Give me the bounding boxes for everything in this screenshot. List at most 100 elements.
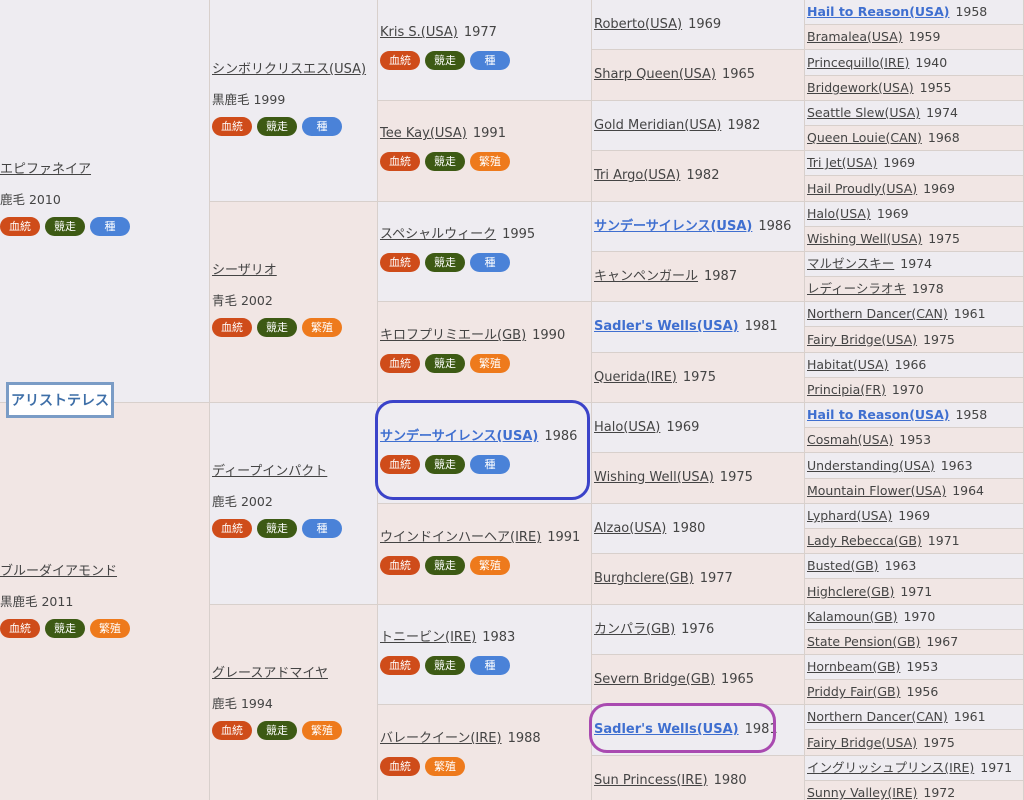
badge-stallion-button[interactable]: 種 xyxy=(302,117,342,136)
horse-name-link[interactable]: レディーシラオキ xyxy=(807,281,906,296)
horse-name-link[interactable]: Highclere(GB) xyxy=(807,584,894,599)
badge-stallion-button[interactable]: 種 xyxy=(470,656,510,675)
badge-broodmare-button[interactable]: 繁殖 xyxy=(425,757,465,776)
horse-name-link[interactable]: Sun Princess(IRE) xyxy=(594,773,708,788)
horse-name-link[interactable]: Tee Kay(USA) xyxy=(380,126,467,141)
badge-race-button[interactable]: 競走 xyxy=(425,656,465,675)
badge-race-button[interactable]: 競走 xyxy=(425,152,465,171)
badge-pedigree-button[interactable]: 血統 xyxy=(212,721,252,740)
horse-name-link[interactable]: Principia(FR) xyxy=(807,382,886,397)
horse-name-link[interactable]: Northern Dancer(CAN) xyxy=(807,306,948,321)
horse-name-link[interactable]: Burghclere(GB) xyxy=(594,571,694,586)
badge-pedigree-button[interactable]: 血統 xyxy=(380,656,420,675)
horse-name-link[interactable]: ブルーダイアモンド xyxy=(0,564,117,579)
horse-name-link[interactable]: Wishing Well(USA) xyxy=(807,231,922,246)
horse-name-link[interactable]: Tri Jet(USA) xyxy=(807,155,877,170)
badge-stallion-button[interactable]: 種 xyxy=(302,519,342,538)
badge-race-button[interactable]: 競走 xyxy=(45,217,85,236)
horse-name-link[interactable]: Northern Dancer(CAN) xyxy=(807,709,948,724)
horse-name-link[interactable]: Priddy Fair(GB) xyxy=(807,684,901,699)
horse-name-link[interactable]: Hail to Reason(USA) xyxy=(807,407,949,422)
horse-name-link[interactable]: Sunny Valley(IRE) xyxy=(807,785,917,800)
badge-broodmare-button[interactable]: 繁殖 xyxy=(302,318,342,337)
horse-name-link[interactable]: Tri Argo(USA) xyxy=(594,168,680,183)
horse-name-link[interactable]: バレークイーン(IRE) xyxy=(380,731,502,746)
badge-race-button[interactable]: 競走 xyxy=(45,619,85,638)
horse-name-link[interactable]: Hail to Reason(USA) xyxy=(807,4,949,19)
horse-name-link[interactable]: Cosmah(USA) xyxy=(807,432,893,447)
horse-name-link[interactable]: Kalamoun(GB) xyxy=(807,609,897,624)
horse-name-link[interactable]: スペシャルウィーク xyxy=(380,227,496,242)
badge-race-button[interactable]: 競走 xyxy=(257,519,297,538)
horse-name-link[interactable]: Lady Rebecca(GB) xyxy=(807,533,922,548)
horse-name-link[interactable]: Wishing Well(USA) xyxy=(594,470,714,485)
badge-pedigree-button[interactable]: 血統 xyxy=(380,51,420,70)
horse-name-link[interactable]: Gold Meridian(USA) xyxy=(594,118,721,133)
horse-name-link[interactable]: Severn Bridge(GB) xyxy=(594,672,715,687)
badge-broodmare-button[interactable]: 繁殖 xyxy=(90,619,130,638)
horse-name-link[interactable]: Mountain Flower(USA) xyxy=(807,483,946,498)
horse-name-link[interactable]: Halo(USA) xyxy=(807,206,871,221)
badge-race-button[interactable]: 競走 xyxy=(257,117,297,136)
badge-broodmare-button[interactable]: 繁殖 xyxy=(470,152,510,171)
badge-pedigree-button[interactable]: 血統 xyxy=(380,152,420,171)
horse-name-link[interactable]: Fairy Bridge(USA) xyxy=(807,332,917,347)
horse-name-link[interactable]: Bramalea(USA) xyxy=(807,29,903,44)
badge-pedigree-button[interactable]: 血統 xyxy=(0,217,40,236)
badge-pedigree-button[interactable]: 血統 xyxy=(380,556,420,575)
badge-pedigree-button[interactable]: 血統 xyxy=(380,757,420,776)
badge-pedigree-button[interactable]: 血統 xyxy=(380,354,420,373)
horse-name-link[interactable]: シーザリオ xyxy=(212,263,277,278)
badge-pedigree-button[interactable]: 血統 xyxy=(212,519,252,538)
horse-entry: Seattle Slew(USA) 1974 xyxy=(807,101,958,125)
horse-name-link[interactable]: Halo(USA) xyxy=(594,420,660,435)
badge-broodmare-button[interactable]: 繁殖 xyxy=(470,556,510,575)
horse-name-link[interactable]: Habitat(USA) xyxy=(807,357,889,372)
horse-name-link[interactable]: キロフプリミエール(GB) xyxy=(380,328,526,343)
horse-name-link[interactable]: トニービン(IRE) xyxy=(380,630,476,645)
horse-name-link[interactable]: Seattle Slew(USA) xyxy=(807,105,920,120)
horse-name-link[interactable]: Lyphard(USA) xyxy=(807,508,892,523)
badge-pedigree-button[interactable]: 血統 xyxy=(0,619,40,638)
horse-name-link[interactable]: Sadler's Wells(USA) xyxy=(594,319,739,334)
horse-name-link[interactable]: Hornbeam(GB) xyxy=(807,659,900,674)
badge-race-button[interactable]: 競走 xyxy=(257,721,297,740)
badge-pedigree-button[interactable]: 血統 xyxy=(212,318,252,337)
horse-name-link[interactable]: Sharp Queen(USA) xyxy=(594,67,716,82)
badge-pedigree-button[interactable]: 血統 xyxy=(380,253,420,272)
horse-name-link[interactable]: サンデーサイレンス(USA) xyxy=(594,219,752,234)
horse-name-link[interactable]: イングリッシュプリンス(IRE) xyxy=(807,760,974,775)
horse-name-link[interactable]: Fairy Bridge(USA) xyxy=(807,735,917,750)
badge-pedigree-button[interactable]: 血統 xyxy=(212,117,252,136)
badge-race-button[interactable]: 競走 xyxy=(425,253,465,272)
horse-name-link[interactable]: Hail Proudly(USA) xyxy=(807,181,917,196)
horse-entry: マルゼンスキー 1974 xyxy=(807,252,932,276)
horse-name-link[interactable]: Roberto(USA) xyxy=(594,17,682,32)
horse-name-link[interactable]: シンボリクリスエス(USA) xyxy=(212,62,366,77)
horse-name-link[interactable]: キャンペンガール xyxy=(594,269,698,284)
horse-name-link[interactable]: Princequillo(IRE) xyxy=(807,55,909,70)
horse-name-link[interactable]: Alzao(USA) xyxy=(594,521,666,536)
badge-broodmare-button[interactable]: 繁殖 xyxy=(302,721,342,740)
horse-name-link[interactable]: カンパラ(GB) xyxy=(594,622,675,637)
badge-broodmare-button[interactable]: 繁殖 xyxy=(470,354,510,373)
horse-name-link[interactable]: Understanding(USA) xyxy=(807,458,935,473)
horse-name-link[interactable]: ウインドインハーヘア(IRE) xyxy=(380,530,541,545)
badge-race-button[interactable]: 競走 xyxy=(425,51,465,70)
horse-name-link[interactable]: Busted(GB) xyxy=(807,558,879,573)
badge-race-button[interactable]: 競走 xyxy=(425,354,465,373)
badge-race-button[interactable]: 競走 xyxy=(257,318,297,337)
horse-name-link[interactable]: Queen Louie(CAN) xyxy=(807,130,922,145)
horse-name-link[interactable]: マルゼンスキー xyxy=(807,256,894,271)
horse-name-link[interactable]: ディープインパクト xyxy=(212,464,327,479)
badge-stallion-button[interactable]: 種 xyxy=(470,51,510,70)
badge-race-button[interactable]: 競走 xyxy=(425,556,465,575)
horse-name-link[interactable]: Bridgework(USA) xyxy=(807,80,914,95)
badge-stallion-button[interactable]: 種 xyxy=(470,253,510,272)
horse-name-link[interactable]: エピファネイア xyxy=(0,162,91,177)
horse-name-link[interactable]: State Pension(GB) xyxy=(807,634,920,649)
horse-name-link[interactable]: Querida(IRE) xyxy=(594,370,677,385)
horse-name-link[interactable]: グレースアドマイヤ xyxy=(212,666,328,681)
badge-stallion-button[interactable]: 種 xyxy=(90,217,130,236)
horse-name-link[interactable]: Kris S.(USA) xyxy=(380,25,458,40)
